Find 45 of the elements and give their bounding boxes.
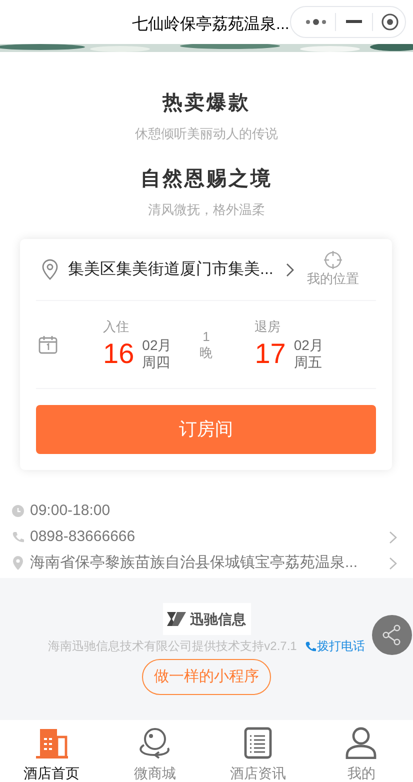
book-room-button[interactable]: 订房间 [36, 405, 376, 454]
weekday-text: 周五 [294, 354, 323, 370]
page-title: 七仙岭保亭荔苑温泉... [132, 14, 290, 35]
month-text: 02月 [142, 336, 172, 354]
check-out-label: 退房 [254, 318, 282, 334]
weekday-text: 周四 [142, 354, 172, 370]
building-icon [34, 727, 69, 759]
nights-unit: 晚 [200, 344, 213, 360]
tab[interactable]: 微商城 [103, 720, 206, 782]
location-text[interactable]: 集美区集美街道厦门市集美... [68, 258, 278, 282]
list-document-icon [244, 727, 272, 759]
info-text: 09:00-18:00 [30, 500, 110, 521]
logo: 迅驰信息 [162, 603, 250, 635]
info-text[interactable]: 海南省保亭黎族苗族自治县保城镇宝亭荔苑温泉... [30, 552, 358, 574]
close-icon[interactable] [381, 13, 399, 31]
nights-count: 1 [202, 328, 210, 344]
clock-icon [12, 505, 24, 517]
check-in-label: 入住 [103, 318, 130, 334]
section-title: 自然恩赐之境 [140, 166, 272, 192]
info-text[interactable]: 0898-83666666 [30, 526, 136, 548]
month-text: 02月 [294, 336, 324, 354]
tab[interactable]: 酒店资讯 [206, 720, 310, 782]
section-subtitle: 休憩倾听美丽动人的传说 [135, 125, 278, 143]
day-number: 16 [103, 338, 134, 368]
calendar-icon [38, 334, 58, 354]
credit-text: 海南迅驰信息技术有限公司提供技术支持v2.7.1 [48, 638, 297, 655]
call-link[interactable]: 拨打电话 [316, 637, 365, 655]
phone-icon [12, 531, 24, 543]
location-pin-icon [12, 556, 24, 570]
share-icon [382, 624, 402, 646]
tab[interactable]: 我的 [310, 720, 413, 782]
minimize-icon[interactable] [346, 20, 362, 24]
chevron-right-icon[interactable] [286, 262, 295, 276]
logo-mark-icon [167, 612, 187, 626]
tab[interactable]: 酒店首页 [0, 720, 104, 782]
phone-icon [304, 640, 316, 652]
crosshair-icon [324, 250, 342, 269]
my-location-button[interactable]: 我的位置 [307, 250, 359, 288]
make-mini-program-button[interactable]: 做一样的小程序 [142, 659, 271, 695]
user-icon [345, 727, 378, 759]
day-number: 17 [254, 338, 286, 368]
location-pin-icon [42, 259, 58, 280]
more-icon[interactable] [305, 18, 327, 26]
section-title: 热卖爆款 [162, 91, 250, 116]
section-subtitle: 清风微抚，格外温柔 [148, 200, 265, 218]
